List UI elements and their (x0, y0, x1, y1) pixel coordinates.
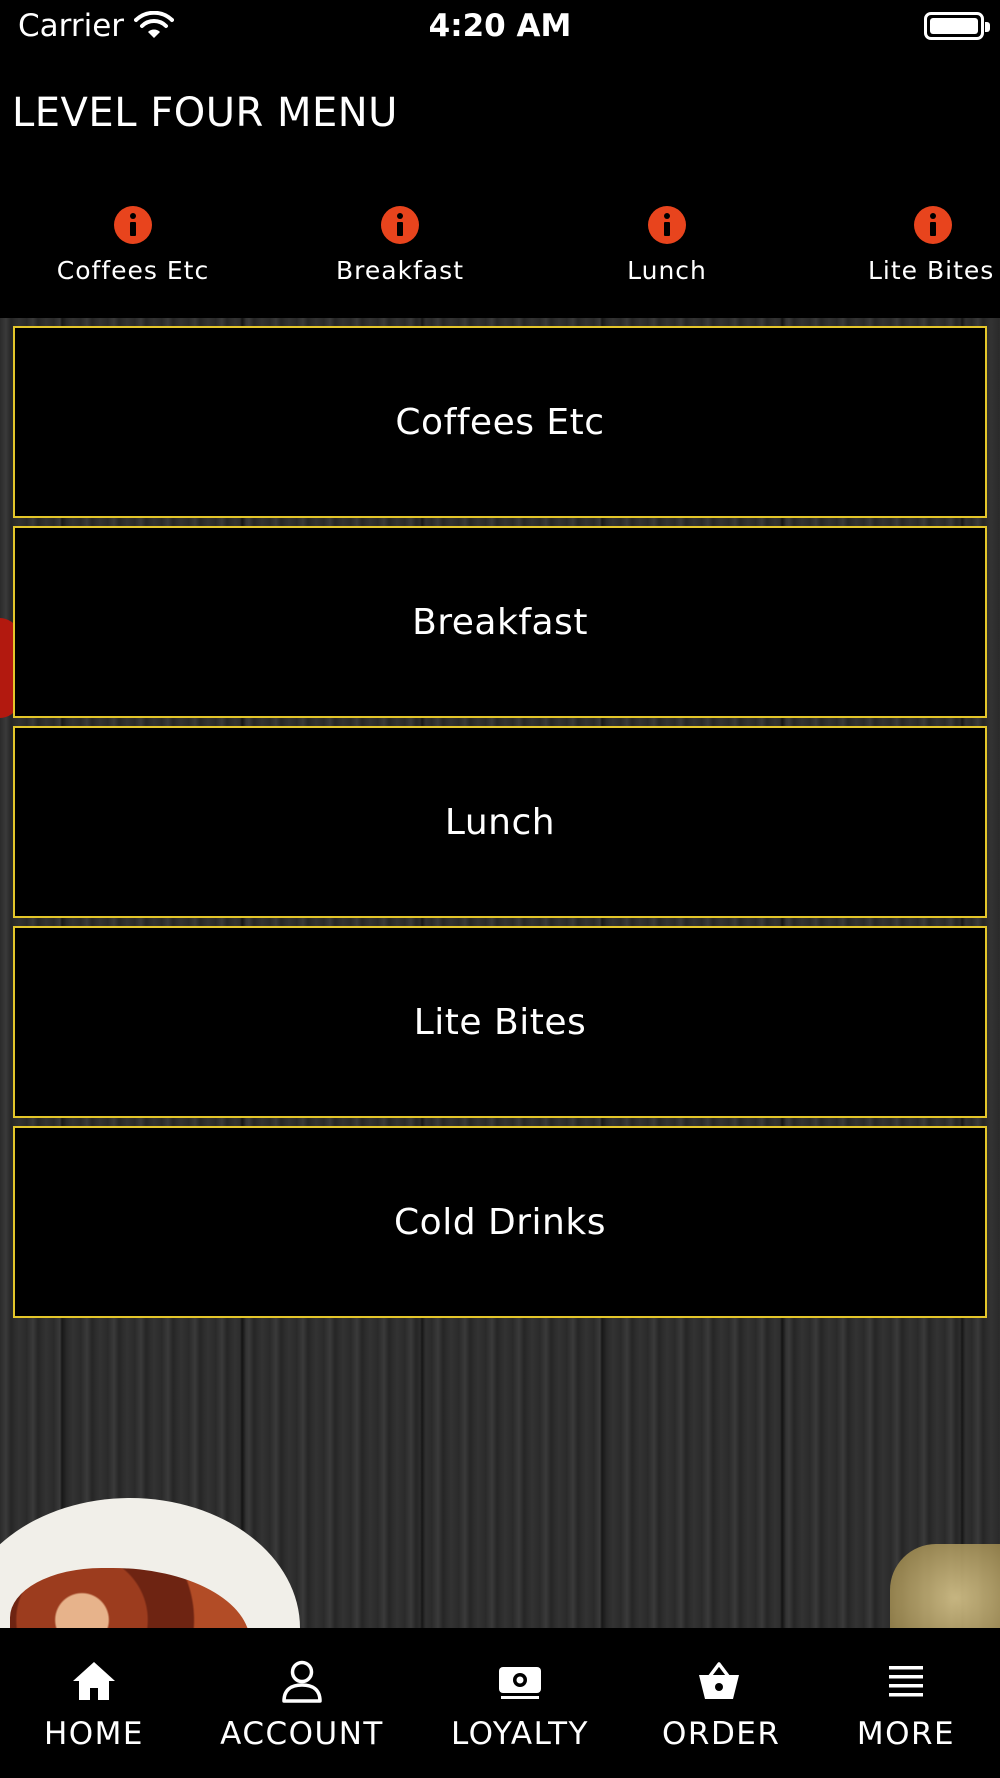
tab-home[interactable]: HOME (42, 1658, 146, 1752)
menu-item-lite-bites[interactable]: Lite Bites (13, 926, 987, 1118)
menu-item-coffees[interactable]: Coffees Etc (13, 326, 987, 518)
tab-account[interactable]: ACCOUNT (218, 1658, 386, 1752)
category-label: Breakfast (335, 256, 464, 285)
app-screen: Carrier 4:20 AM LEVEL FOUR MENU Coffees … (0, 0, 1000, 1778)
tab-loyalty[interactable]: LOYALTY (448, 1658, 592, 1752)
menu-item-cold-drinks[interactable]: Cold Drinks (13, 1126, 987, 1318)
category-tab-breakfast[interactable]: Breakfast (267, 206, 533, 285)
tab-label: HOME (43, 1716, 145, 1752)
tab-label: ORDER (662, 1716, 781, 1752)
info-icon (381, 206, 419, 244)
tab-label: MORE (856, 1716, 956, 1752)
category-label: Lunch (627, 256, 707, 285)
tab-order[interactable]: ORDER (662, 1658, 781, 1752)
basket-icon (699, 1662, 739, 1699)
category-label: Coffees Etc (56, 256, 210, 285)
jar-decoration (890, 1544, 1000, 1634)
category-strip[interactable]: Coffees Etc Breakfast Lunch Lite Bites (0, 200, 1000, 318)
category-tab-lite-bites[interactable]: Lite Bites (800, 206, 1000, 285)
battery-icon (924, 12, 990, 40)
tab-label: LOYALTY (451, 1716, 589, 1752)
info-icon (648, 206, 686, 244)
person-icon (282, 1660, 322, 1703)
menu-lines-icon (889, 1666, 923, 1697)
tab-bar: HOME ACCOUNT LOYALTY ORDER MORE (0, 1628, 1000, 1778)
tab-more[interactable]: MORE (856, 1658, 956, 1752)
menu-item-breakfast[interactable]: Breakfast (13, 526, 987, 718)
menu-item-lunch[interactable]: Lunch (13, 726, 987, 918)
money-icon (499, 1667, 541, 1699)
page-title: LEVEL FOUR MENU (12, 90, 398, 136)
home-icon (73, 1662, 115, 1700)
status-bar: Carrier 4:20 AM (0, 0, 1000, 56)
clock: 4:20 AM (428, 8, 572, 44)
menu-list: Coffees Etc Breakfast Lunch Lite Bites C… (13, 326, 987, 1326)
category-tab-lunch[interactable]: Lunch (534, 206, 800, 285)
info-icon (114, 206, 152, 244)
category-tab-coffees[interactable]: Coffees Etc (0, 206, 266, 285)
tab-label: ACCOUNT (220, 1716, 384, 1752)
info-icon (914, 206, 952, 244)
category-label: Lite Bites (868, 256, 995, 285)
